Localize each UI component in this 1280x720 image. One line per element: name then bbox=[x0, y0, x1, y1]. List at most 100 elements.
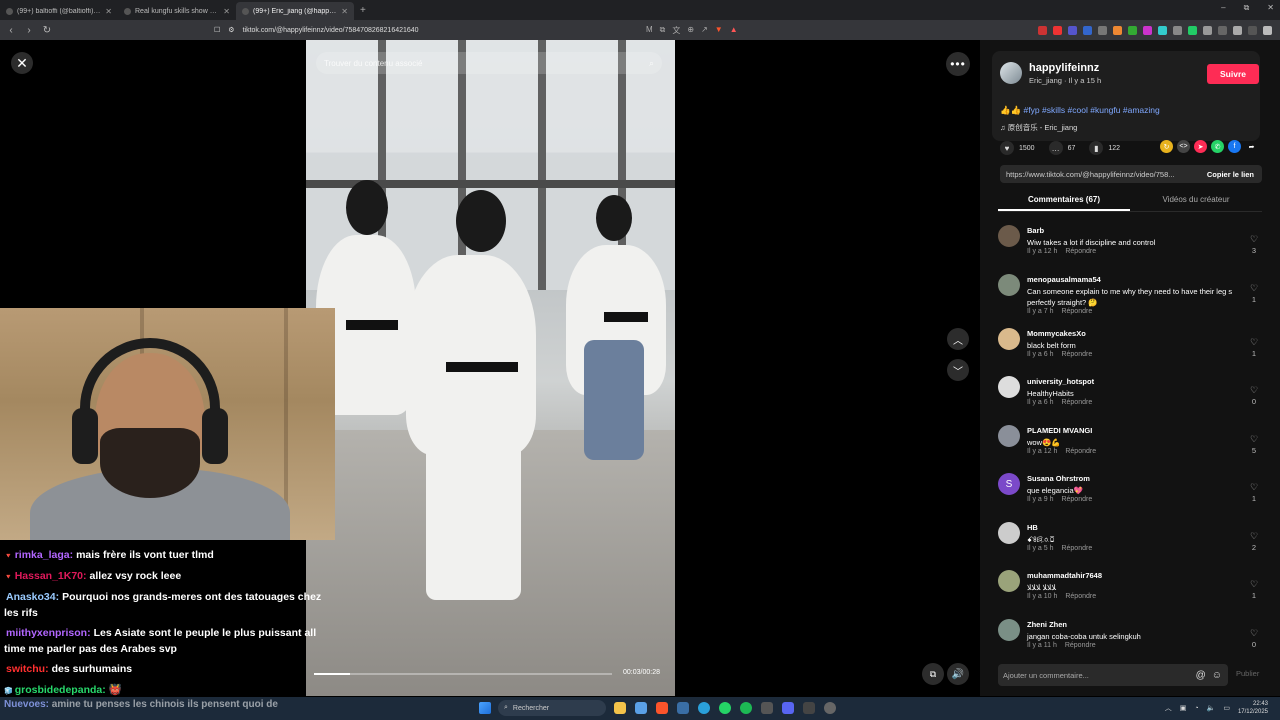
extension-icon[interactable] bbox=[1263, 25, 1272, 35]
bookmark-icon[interactable]: ▮ bbox=[1089, 141, 1104, 155]
comment-stat[interactable]: … 67 bbox=[1048, 141, 1075, 155]
commenter-name[interactable]: muhammadtahir7648 bbox=[1027, 571, 1102, 580]
translate-icon[interactable]: 文 bbox=[672, 25, 680, 36]
extension-icon[interactable] bbox=[1143, 25, 1152, 35]
taskbar-clock[interactable]: 22:43 17/12/2025 bbox=[1238, 700, 1268, 716]
comment-like-button[interactable]: ♡ 3 bbox=[1248, 234, 1260, 256]
brave-shield-icon[interactable]: ▼ bbox=[715, 25, 723, 36]
brave-rewards-icon[interactable]: ▲ bbox=[730, 25, 738, 36]
reply-button[interactable]: Répondre bbox=[1065, 642, 1096, 649]
commenter-avatar[interactable] bbox=[998, 521, 1020, 544]
open-icon[interactable]: ⧉ bbox=[660, 25, 666, 36]
publish-button[interactable]: Publier bbox=[1236, 669, 1259, 678]
commenter-name[interactable]: university_hotspot bbox=[1027, 377, 1094, 386]
tray-chevron-icon[interactable]: ︿ bbox=[1165, 703, 1172, 713]
video-progress-bar[interactable] bbox=[314, 673, 612, 675]
author-name[interactable]: happylifeinnz bbox=[1029, 62, 1099, 74]
extension-icon[interactable] bbox=[1218, 25, 1227, 35]
chat-username[interactable]: switchu: bbox=[6, 663, 49, 675]
music-link[interactable]: ♫ 原创音乐 - Eric_jiang bbox=[1000, 122, 1077, 133]
tray-icon[interactable]: ▣ bbox=[1180, 704, 1187, 712]
site-info-icon[interactable]: ⚙ bbox=[228, 26, 234, 34]
copy-link-button[interactable]: Copier le lien bbox=[1207, 170, 1262, 179]
app-icon[interactable] bbox=[803, 702, 815, 714]
extension-icon[interactable] bbox=[1188, 25, 1197, 35]
windows-start-icon[interactable] bbox=[479, 702, 491, 714]
commenter-name[interactable]: Susana Ohrstrom bbox=[1027, 474, 1090, 483]
heart-outline-icon[interactable]: ♡ bbox=[1250, 434, 1258, 444]
reply-button[interactable]: Répondre bbox=[1061, 496, 1092, 503]
tab-close-icon[interactable]: ✕ bbox=[105, 7, 112, 16]
share-url[interactable]: https://www.tiktok.com/@happylifeinnz/vi… bbox=[1000, 170, 1190, 179]
share-icon[interactable]: ↗ bbox=[701, 25, 708, 36]
chat-username[interactable]: Hassan_1K70: bbox=[15, 570, 87, 582]
next-video-button[interactable]: ﹀ bbox=[947, 359, 969, 381]
extension-icon[interactable] bbox=[1098, 25, 1107, 35]
send-icon[interactable]: ➤ bbox=[1194, 140, 1207, 153]
heart-outline-icon[interactable]: ♡ bbox=[1250, 283, 1258, 293]
hashtag-link[interactable]: #cool bbox=[1068, 105, 1088, 115]
comment-like-button[interactable]: ♡ 1 bbox=[1248, 337, 1260, 359]
comment-icon[interactable]: … bbox=[1048, 141, 1063, 155]
tab-close-icon[interactable]: ✕ bbox=[341, 7, 348, 16]
extension-icon[interactable] bbox=[1248, 25, 1257, 35]
bookmark-icon[interactable]: ☐ bbox=[214, 26, 220, 34]
like-stat[interactable]: ♥ 1500 bbox=[1000, 141, 1035, 155]
chat-username[interactable]: rimka_laga: bbox=[15, 549, 73, 561]
back-icon[interactable]: ‹ bbox=[4, 25, 18, 36]
heart-outline-icon[interactable]: ♡ bbox=[1250, 385, 1258, 395]
heart-outline-icon[interactable]: ♡ bbox=[1250, 337, 1258, 347]
comment-like-button[interactable]: ♡ 0 bbox=[1248, 385, 1260, 407]
reply-button[interactable]: Répondre bbox=[1065, 248, 1096, 255]
chat-username[interactable]: grosbidedepanda: bbox=[15, 684, 106, 696]
commenter-name[interactable]: Barb bbox=[1027, 226, 1044, 235]
extension-icon[interactable] bbox=[1038, 25, 1047, 35]
battery-icon[interactable]: ▭ bbox=[1223, 704, 1230, 712]
commenter-name[interactable]: HB bbox=[1027, 523, 1038, 532]
commenter-avatar[interactable] bbox=[998, 225, 1020, 247]
extension-icon[interactable] bbox=[1113, 25, 1122, 35]
comment-like-button[interactable]: ♡ 0 bbox=[1248, 628, 1260, 650]
search-icon[interactable]: ⌕ bbox=[649, 58, 654, 69]
commenter-avatar[interactable] bbox=[998, 273, 1020, 296]
taskbar-search[interactable]: ⌕ Rechercher bbox=[498, 700, 606, 716]
reload-icon[interactable]: ↻ bbox=[40, 25, 54, 36]
file-explorer-icon[interactable] bbox=[614, 702, 626, 714]
heart-outline-icon[interactable]: ♡ bbox=[1250, 579, 1258, 589]
emoji-icon[interactable]: ☺ bbox=[1212, 670, 1222, 681]
heart-outline-icon[interactable]: ♡ bbox=[1250, 628, 1258, 638]
hashtag-link[interactable]: #amazing bbox=[1123, 105, 1160, 115]
hashtag-link[interactable]: #kungfu bbox=[1090, 105, 1120, 115]
app-icon[interactable] bbox=[761, 702, 773, 714]
heart-outline-icon[interactable]: ♡ bbox=[1250, 234, 1258, 244]
heart-outline-icon[interactable]: ♡ bbox=[1250, 531, 1258, 541]
close-video-button[interactable]: ✕ bbox=[11, 52, 33, 74]
extension-icon[interactable] bbox=[1083, 25, 1092, 35]
extension-icon[interactable] bbox=[1068, 25, 1077, 35]
commenter-name[interactable]: Zheni Zhen bbox=[1027, 620, 1067, 629]
extension-icon[interactable] bbox=[1233, 25, 1242, 35]
store-icon[interactable] bbox=[677, 702, 689, 714]
new-tab-button[interactable]: + bbox=[354, 5, 372, 16]
hashtag-link[interactable]: #skills bbox=[1042, 105, 1065, 115]
comment-like-button[interactable]: ♡ 1 bbox=[1248, 579, 1260, 601]
whatsapp-icon[interactable] bbox=[719, 702, 731, 714]
extension-icon[interactable] bbox=[1128, 25, 1137, 35]
reply-button[interactable]: Répondre bbox=[1061, 399, 1092, 406]
volume-button[interactable]: 🔊 bbox=[947, 663, 969, 685]
comment-like-button[interactable]: ♡ 1 bbox=[1248, 482, 1260, 504]
telegram-icon[interactable] bbox=[698, 702, 710, 714]
forward-icon[interactable]: › bbox=[22, 25, 36, 36]
commenter-avatar[interactable] bbox=[998, 424, 1020, 447]
commenter-avatar[interactable]: S bbox=[998, 473, 1020, 495]
video-player[interactable]: Trouver du contenu associé ⌕ 00:03/00:28 bbox=[306, 40, 675, 696]
tab-close-icon[interactable]: ✕ bbox=[223, 7, 230, 16]
extension-icon[interactable] bbox=[1158, 25, 1167, 35]
repost-icon[interactable]: ↻ bbox=[1160, 140, 1173, 153]
hashtag-link[interactable]: #fyp bbox=[1024, 105, 1040, 115]
save-stat[interactable]: ▮ 122 bbox=[1089, 141, 1120, 155]
reply-button[interactable]: Répondre bbox=[1061, 545, 1092, 552]
browser-tab[interactable]: Real kungfu skills show 🥋 #fyp #coo ✕ bbox=[118, 2, 236, 20]
browser-tab[interactable]: (99+) Eric_jiang (@happylifeinnz) ✕ bbox=[236, 2, 354, 20]
previous-video-button[interactable]: ︿ bbox=[947, 328, 969, 350]
